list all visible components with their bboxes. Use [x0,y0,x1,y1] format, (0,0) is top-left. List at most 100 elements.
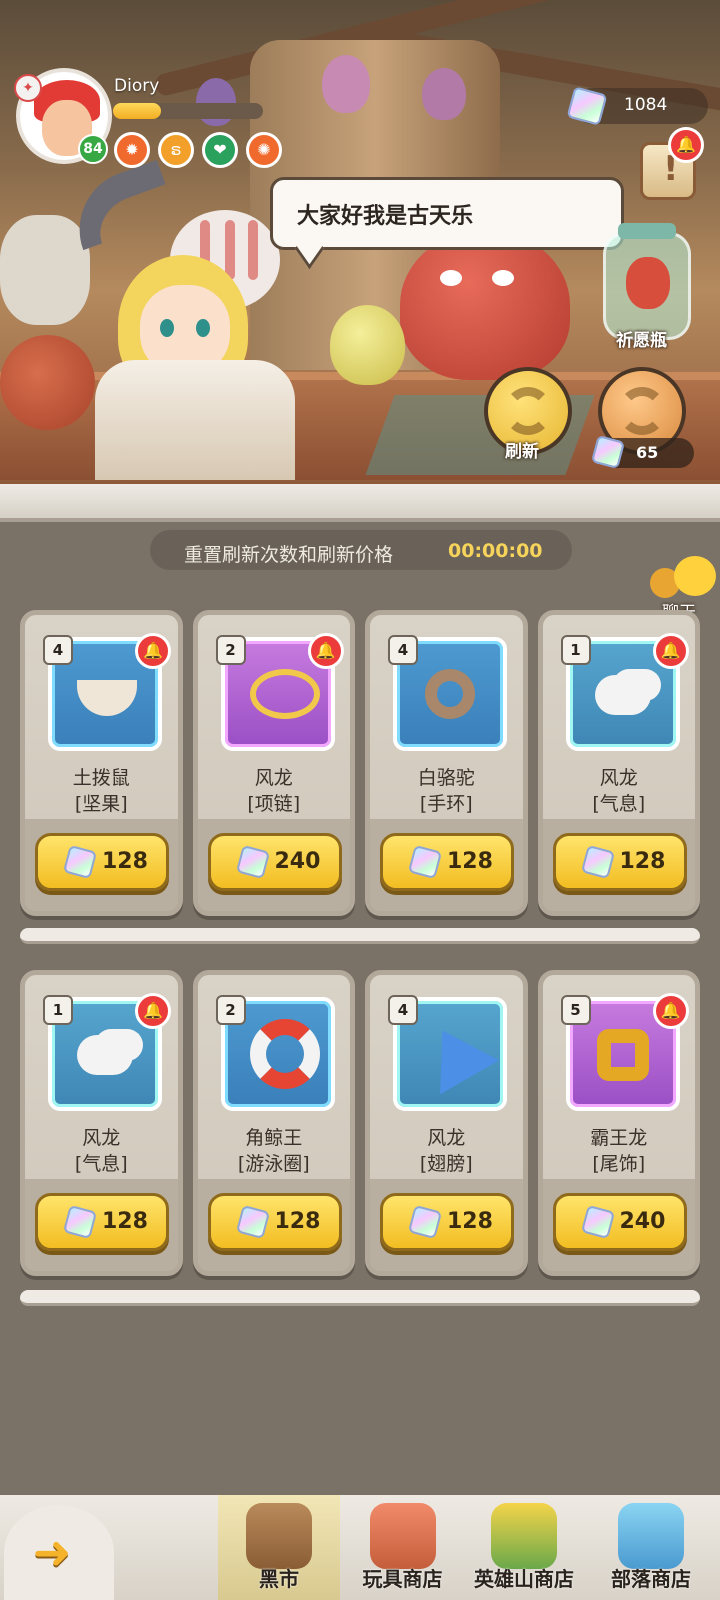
swirl-buff-icon[interactable]: ຣ [158,132,194,168]
item-price: 240 [274,849,321,874]
player-level: 84 [78,134,108,164]
hero-mountain-icon [491,1503,557,1569]
buy-button[interactable]: 240 [552,1193,687,1251]
shop-item-card[interactable]: 4 🔔 土拨鼠 [坚果] 128 [20,610,183,916]
refresh-label: 刷新 [505,442,539,462]
item-price: 128 [102,849,148,874]
bell-alert-icon: 🔔 [307,633,344,669]
heart-buff-icon[interactable]: ❤ [202,132,238,168]
speech-text: 大家好我是古天乐 [297,204,474,229]
item-type: [气息] [74,1153,128,1175]
breath-icon [77,1025,133,1081]
buy-button[interactable]: 128 [35,1193,169,1251]
speech-bubble: 大家好我是古天乐 [270,177,624,250]
horn-decoration [62,159,178,251]
shop-item-card[interactable]: 1 🔔 风龙 [气息] 128 [20,970,183,1276]
tab-label: 英雄山商店 [474,1567,574,1591]
tab-label: 玩具商店 [362,1567,443,1591]
gem-balance[interactable]: 1084 [566,86,708,126]
item-type: [项链] [247,793,301,815]
tail-ornament-icon [595,1025,651,1081]
wish-bottle-button[interactable] [603,223,691,340]
item-name: 霸王龙 [590,1127,648,1149]
shop-item-card[interactable]: 4 白骆驼 [手环] 128 [365,610,528,916]
buy-button[interactable]: 128 [552,833,687,891]
shelf-rail [20,1290,700,1306]
back-button[interactable]: ➜ [4,1505,114,1600]
shop-item-card[interactable]: 2 角鲸王 [游泳圈] 128 [192,970,355,1276]
dinosaur-icon [626,257,670,309]
item-type: [尾饰] [592,1153,646,1175]
buy-button[interactable]: 128 [207,1193,342,1251]
wings-badge-icon: ✦ [14,74,42,102]
item-type: [坚果] [74,793,128,815]
shop-item-card[interactable]: 4 风龙 [翅膀] 128 [365,970,528,1276]
wish-bottle-label: 祈愿瓶 [616,331,667,351]
tab-label: 黑市 [259,1567,299,1591]
merchant-icon [246,1503,312,1569]
item-name: 风龙 [599,767,638,789]
gem-icon [235,844,270,880]
item-quantity: 4 [43,635,73,665]
buy-button[interactable]: 128 [380,1193,514,1251]
shopkeeper-body [95,360,295,480]
item-name: 风龙 [82,1127,121,1149]
item-name: 白骆驼 [417,767,475,789]
gem-icon [235,1204,270,1240]
player-name: Diory [114,76,160,96]
bell-alert-icon: 🔔 [135,633,171,669]
item-name: 土拨鼠 [72,767,130,789]
item-name: 角鲸王 [245,1127,303,1149]
hanging-egg [422,68,466,120]
breath-icon [594,665,651,721]
tab-hero-mountain-shop[interactable]: 英雄山商店 [462,1495,586,1600]
red-dinosaur [400,230,570,380]
item-type: [手环] [419,793,473,815]
buy-button[interactable]: 240 [207,833,342,891]
shop-item-card[interactable]: 2 🔔 风龙 [项链] 240 [192,610,355,916]
item-price: 128 [102,1209,148,1234]
scene-divider [0,484,720,522]
beetle-buff-icon[interactable]: ✺ [246,132,282,168]
bell-alert-icon: 🔔 [652,633,689,669]
arrow-left-icon: ➜ [32,1525,72,1579]
gem-icon [407,1204,443,1240]
bracelet-icon [422,665,478,721]
tab-black-market[interactable]: 黑市 [218,1495,340,1600]
item-price: 128 [447,849,493,874]
buff-list: ✹ ຣ ❤ ✺ [114,132,282,168]
tribe-shop-icon [618,1503,684,1569]
reset-timer: 00:00:00 [448,540,543,562]
gem-icon [580,1204,615,1240]
shop-item-card[interactable]: 1 🔔 风龙 [气息] 128 [537,610,700,916]
item-quantity: 1 [43,995,73,1025]
bell-alert-icon: 🔔 [652,993,689,1029]
item-quantity: 2 [215,995,246,1025]
boar-plush [0,215,90,325]
toy-shop-icon [369,1503,436,1569]
item-row: 4 🔔 土拨鼠 [坚果] 128 2 🔔 风龙 [项链] 240 4 白骆驼 [手环] 128 1 🔔 风龙 [气… [20,610,700,916]
item-price: 128 [274,1209,321,1234]
chat-face-icon [674,556,716,596]
goods-bag [0,335,95,430]
meat-buff-icon[interactable]: ✹ [114,132,150,168]
swim-ring-icon [249,1019,320,1089]
yellow-chick [330,305,405,385]
tab-tribe-shop[interactable]: 部落商店 [592,1495,710,1600]
bell-alert-icon: 🔔 [668,127,704,163]
refresh-cost: 65 [590,434,694,470]
refresh-icon [618,387,666,435]
tab-toy-shop[interactable]: 玩具商店 [345,1495,460,1600]
nut-icon [77,665,137,721]
item-name: 风龙 [427,1127,466,1149]
gem-icon [580,844,615,880]
item-quantity: 4 [388,995,418,1025]
shop-item-card[interactable]: 5 🔔 霸王龙 [尾饰] 240 [537,970,700,1276]
refresh-icon [504,387,552,435]
buy-button[interactable]: 128 [380,833,514,891]
buy-button[interactable]: 128 [35,833,169,891]
bell-alert-icon: 🔔 [135,993,171,1029]
item-quantity: 2 [215,635,246,665]
item-name: 风龙 [254,767,293,789]
shelf-rail [20,928,700,944]
